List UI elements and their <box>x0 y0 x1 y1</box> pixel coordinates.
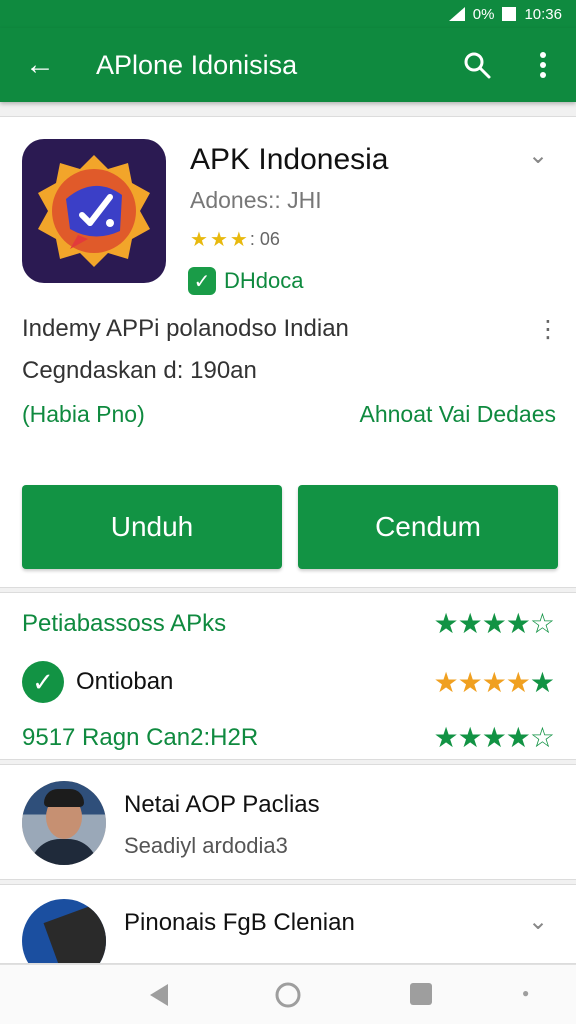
system-nav-bar: ● <box>0 964 576 1024</box>
app-logo-icon[interactable] <box>22 139 166 283</box>
search-icon[interactable] <box>444 28 510 102</box>
back-triangle-icon[interactable] <box>146 981 172 1014</box>
battery-percent: 0% <box>472 5 495 23</box>
rating-label: Petiabassoss APks <box>22 609 227 637</box>
developer-name: Pinonais FgB Clenian <box>124 909 355 936</box>
app-name: APK Indonesia <box>190 143 389 176</box>
developer-name: Netai AOP Paclias <box>124 791 320 818</box>
star-rating: ★★★★★ <box>433 666 555 698</box>
home-circle-icon[interactable] <box>274 981 302 1014</box>
badge-label: DHdoca <box>224 268 304 293</box>
star-icon: ★ <box>229 229 248 251</box>
developer-card[interactable]: Pinonais FgB Clenian ⌄ <box>0 884 576 964</box>
rating-label: Ontioban <box>76 668 174 695</box>
developer-card[interactable]: Netai AOP Paclias Seadiyl ardodia3 <box>0 764 576 880</box>
battery-icon <box>502 7 517 21</box>
install-button[interactable]: Unduh <box>22 485 282 569</box>
check-circle-icon: ✓ <box>22 661 64 703</box>
indicator-dot-icon: ● <box>522 986 530 1000</box>
recent-square-icon[interactable] <box>408 981 434 1012</box>
chevron-down-icon[interactable]: ⌄ <box>528 141 548 170</box>
app-card: APK Indonesia ⌄ Adones:: JHI ★ ★ ★ : 06 … <box>0 116 576 588</box>
star-rating: ★★★★☆ <box>433 722 555 753</box>
second-action-button[interactable]: Cendum <box>298 485 558 569</box>
rating-row[interactable]: 9517 Ragn Can2:H2R ★★★★☆ <box>22 721 555 754</box>
star-icon: ★ <box>190 229 208 251</box>
status-bar: 0% 10:36 <box>0 0 576 28</box>
read-more-link[interactable]: Ahnoat Vai Dedaes <box>360 401 557 428</box>
rating-row[interactable]: ✓ Ontioban ★★★★★ <box>22 661 555 703</box>
category-link[interactable]: (Habia Pno) <box>22 401 145 428</box>
avatar <box>22 781 106 865</box>
more-vert-icon[interactable] <box>510 28 576 102</box>
rating-row[interactable]: Petiabassoss APks ★★★★☆ <box>22 607 555 640</box>
ratings-card: Petiabassoss APks ★★★★☆ ✓ Ontioban ★★★★★… <box>0 592 576 760</box>
avatar <box>22 899 106 963</box>
rating-label: 9517 Ragn Can2:H2R <box>22 723 259 751</box>
app-developer[interactable]: Adones:: JHI <box>190 187 322 214</box>
description-line-1: Indemy APPi polanodso Indian <box>22 315 349 342</box>
star-icon: ★ <box>209 229 228 251</box>
app-bar: ← APlone Idonisisa <box>0 28 576 102</box>
rating-text: : 06 <box>249 229 280 249</box>
arrow-left-icon[interactable]: ← <box>0 28 80 102</box>
signal-icon <box>448 7 465 21</box>
app-rating: ★ ★ ★ : 06 <box>190 227 280 252</box>
check-icon: ✓ <box>188 267 216 295</box>
developer-subtitle: Seadiyl ardodia3 <box>124 833 288 858</box>
editors-badge: ✓ DHdoca <box>188 267 303 295</box>
clock: 10:36 <box>524 5 562 23</box>
more-vert-icon[interactable]: ⋮ <box>536 315 560 344</box>
star-rating: ★★★★☆ <box>433 608 555 639</box>
chevron-down-icon[interactable]: ⌄ <box>528 907 548 936</box>
page-title: APlone Idonisisa <box>96 49 298 80</box>
description-line-2: Cegndaskan d: 190an <box>22 357 257 384</box>
